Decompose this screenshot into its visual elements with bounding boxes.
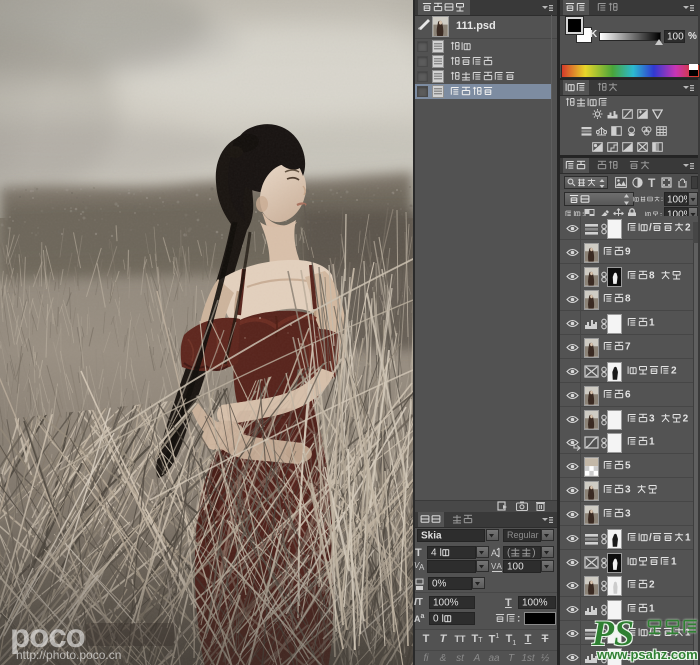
svg-text:8: 8 — [649, 271, 655, 282]
svg-text:1: 1 — [671, 557, 677, 568]
svg-text:2: 2 — [685, 223, 691, 234]
svg-text:2: 2 — [683, 414, 689, 425]
svg-text:(: ( — [507, 548, 511, 559]
svg-text:1: 1 — [649, 604, 655, 615]
svg-text:100%: 100% — [667, 195, 688, 206]
svg-text:100: 100 — [507, 562, 524, 573]
svg-text:4: 4 — [431, 548, 437, 559]
svg-text:1: 1 — [685, 533, 691, 544]
svg-text:2: 2 — [649, 580, 655, 591]
svg-text:http://photo.poco.cn: http://photo.poco.cn — [16, 648, 121, 662]
svg-text:1: 1 — [649, 437, 655, 448]
svg-text::: : — [517, 614, 520, 625]
svg-text:2: 2 — [671, 366, 677, 377]
svg-text:3: 3 — [649, 414, 655, 425]
svg-text:9: 9 — [625, 247, 631, 258]
svg-text:7: 7 — [625, 342, 631, 353]
svg-text:A: A — [419, 563, 425, 572]
svg-text:Skia: Skia — [421, 531, 442, 542]
svg-text:0%: 0% — [432, 579, 447, 590]
svg-text:100%: 100% — [522, 598, 548, 609]
svg-text:1: 1 — [649, 318, 655, 329]
svg-text:8: 8 — [625, 294, 631, 305]
svg-text:/: / — [649, 223, 652, 234]
svg-text:3: 3 — [625, 509, 631, 520]
svg-text:A: A — [491, 548, 497, 558]
svg-text:): ) — [532, 548, 535, 559]
svg-text::: : — [661, 197, 663, 203]
svg-text:Regular: Regular — [507, 530, 539, 540]
svg-text:0: 0 — [433, 614, 439, 625]
svg-text:/: / — [649, 533, 652, 544]
svg-text:6: 6 — [625, 390, 631, 401]
svg-text:3: 3 — [625, 485, 631, 496]
svg-text:5: 5 — [625, 461, 631, 472]
svg-text:A: A — [497, 562, 503, 571]
svg-text:100%: 100% — [433, 598, 459, 609]
svg-text:100: 100 — [667, 32, 684, 43]
